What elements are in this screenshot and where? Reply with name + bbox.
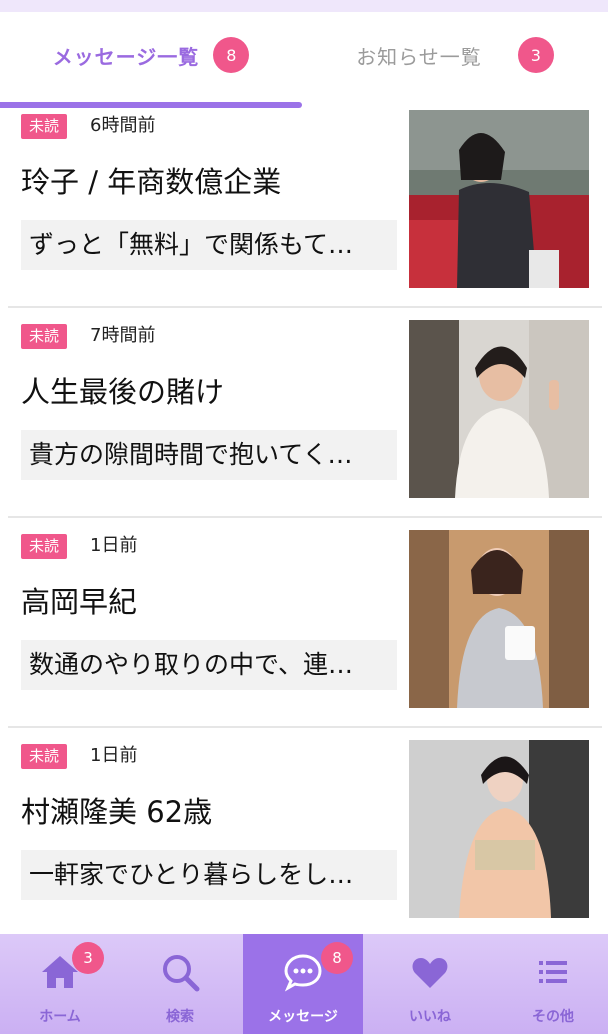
woman-in-kimono-photo[interactable] — [409, 740, 589, 918]
heart-icon — [412, 958, 448, 988]
nav-likes[interactable]: いいね — [370, 934, 490, 1034]
nav-message-label: メッセージ — [268, 1009, 338, 1025]
woman-peace-sign-photo[interactable] — [409, 320, 589, 498]
nav-search[interactable]: 検索 — [120, 934, 240, 1034]
unread-badge: 未読 — [21, 114, 68, 139]
message-time: 6時間前 — [90, 115, 156, 136]
sender-name: 人生最後の賭け — [21, 375, 225, 409]
chat-bubble-icon — [284, 954, 322, 992]
unread-badge: 未読 — [21, 324, 68, 349]
message-item[interactable]: 未読 6時間前 玲子 / 年商数億企業 ずっと「無料」で関係もて… — [8, 98, 602, 308]
search-icon — [163, 955, 200, 992]
nav-message-badge: 8 — [321, 942, 353, 974]
tab-notices-badge: 3 — [517, 37, 554, 73]
tab-notices-label: お知らせ一覧 — [356, 44, 482, 69]
nav-other-label: その他 — [532, 1009, 574, 1025]
top-strip — [0, 0, 608, 12]
nav-likes-label: いいね — [409, 1009, 451, 1025]
list-icon — [539, 961, 567, 983]
nav-message[interactable]: 8 メッセージ — [243, 934, 363, 1034]
woman-in-car-photo[interactable] — [409, 110, 589, 288]
message-item[interactable]: 未読 7時間前 人生最後の賭け 貴方の隙間時間で抱いてく… — [8, 308, 602, 518]
nav-home[interactable]: 3 ホーム — [0, 934, 120, 1034]
nav-home-badge: 3 — [72, 942, 104, 974]
woman-with-mug-photo[interactable] — [409, 530, 589, 708]
bottom-navigation: 3 ホーム 検索 8 メッセージ いいね その他 — [0, 934, 608, 1034]
nav-search-label: 検索 — [166, 1009, 194, 1025]
message-preview: 貴方の隙間時間で抱いてく… — [21, 430, 397, 480]
sender-name: 高岡早紀 — [21, 585, 138, 619]
tab-messages[interactable]: メッセージ一覧 8 — [0, 12, 302, 98]
nav-home-label: ホーム — [39, 1009, 81, 1025]
sender-name: 玲子 / 年商数億企業 — [21, 165, 282, 199]
tab-notices[interactable]: お知らせ一覧 3 — [302, 12, 608, 98]
message-time: 7時間前 — [90, 325, 156, 346]
tab-bar: メッセージ一覧 8 お知らせ一覧 3 — [0, 12, 608, 108]
message-time: 1日前 — [90, 745, 138, 766]
sender-name: 村瀬隆美 62歳 — [21, 795, 213, 829]
message-preview: ずっと「無料」で関係もて… — [21, 220, 397, 270]
message-item[interactable]: 未読 1日前 高岡早紀 数通のやり取りの中で、連… — [8, 518, 602, 728]
message-preview: 一軒家でひとり暮らしをし… — [21, 850, 397, 900]
message-item[interactable]: 未読 1日前 村瀬隆美 62歳 一軒家でひとり暮らしをし… — [8, 728, 602, 938]
tab-messages-badge: 8 — [213, 37, 250, 73]
nav-other[interactable]: その他 — [493, 934, 608, 1034]
tab-messages-label: メッセージ一覧 — [52, 44, 200, 69]
message-time: 1日前 — [90, 535, 138, 556]
unread-badge: 未読 — [21, 744, 68, 769]
message-preview: 数通のやり取りの中で、連… — [21, 640, 397, 690]
unread-badge: 未読 — [21, 534, 68, 559]
